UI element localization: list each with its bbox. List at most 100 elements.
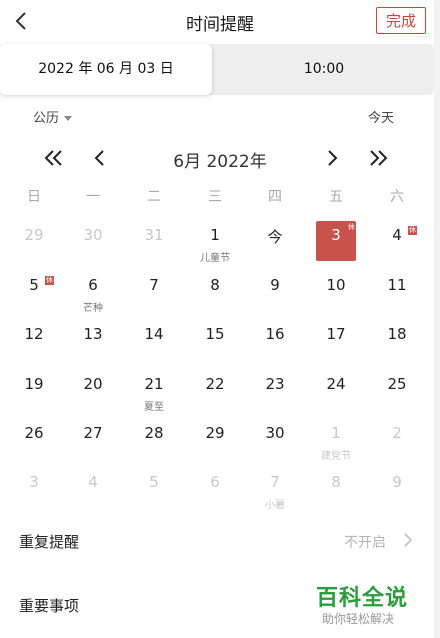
scrollbar-track[interactable] — [434, 0, 440, 638]
day-number: 1 — [210, 226, 220, 244]
calendar-day[interactable]: 29 — [185, 418, 245, 462]
calendar-day[interactable]: 26 — [4, 418, 64, 462]
calendar-day[interactable]: 10 — [306, 270, 366, 314]
calendar-day[interactable]: 7 — [124, 270, 184, 314]
weekday-label: 四 — [268, 189, 282, 205]
day-number: 16 — [265, 325, 285, 343]
day-festival-label: 夏至 — [144, 402, 164, 413]
day-number: 2 — [392, 424, 402, 442]
holiday-badge: 休 — [348, 223, 355, 231]
calendar-day[interactable]: 9 — [245, 270, 305, 314]
tab-time[interactable]: 10:00 — [214, 44, 434, 95]
day-number: 14 — [144, 325, 164, 343]
calendar-day[interactable]: 30 — [245, 418, 305, 462]
day-number: 30 — [265, 424, 285, 442]
calendar-day[interactable]: 20 — [63, 369, 123, 413]
day-number: 7 — [270, 473, 280, 491]
day-number: 5 — [149, 473, 159, 491]
calendar-day[interactable]: 4 — [63, 467, 123, 511]
day-number: 9 — [270, 276, 280, 294]
day-number: 27 — [83, 424, 103, 442]
calendar-day[interactable]: 5 — [124, 467, 184, 511]
calendar-day[interactable]: 13 — [63, 319, 123, 363]
day-festival-label: 儿童节 — [200, 253, 230, 264]
day-number: 8 — [331, 473, 341, 491]
calendar-day[interactable]: 1 建党节 — [306, 418, 366, 462]
calendar-day[interactable]: 8 — [185, 270, 245, 314]
day-number: 9 — [392, 473, 402, 491]
day-number: 31 — [144, 226, 164, 244]
calendar-day[interactable]: 25 — [367, 369, 427, 413]
day-number: 7 — [149, 276, 159, 294]
calendar-day[interactable]: 11 — [367, 270, 427, 314]
tab-date[interactable]: 2022 年 06 月 03 日 — [0, 44, 212, 95]
calendar-day[interactable]: 8 — [306, 467, 366, 511]
calendar-day[interactable]: 今 — [245, 220, 305, 264]
calendar-day[interactable]: 30 — [63, 220, 123, 264]
day-number: 29 — [205, 424, 225, 442]
calendar-day[interactable]: 23 — [245, 369, 305, 413]
calendar-day[interactable]: 28 — [124, 418, 184, 462]
day-number: 15 — [205, 325, 225, 343]
holiday-badge: 休 — [45, 276, 54, 285]
calendar-day[interactable]: 5休 — [4, 270, 64, 314]
day-number: 12 — [24, 325, 44, 343]
day-number: 6 — [210, 473, 220, 491]
calendar-day[interactable]: 17 — [306, 319, 366, 363]
done-button[interactable]: 完成 — [376, 7, 426, 34]
day-number: 29 — [24, 226, 44, 244]
calendar-day[interactable]: 22 — [185, 369, 245, 413]
today-button[interactable]: 今天 — [368, 107, 394, 126]
weekday-label: 日 — [27, 189, 41, 205]
next-month-icon[interactable] — [320, 147, 344, 169]
calendar-day[interactable]: 18 — [367, 319, 427, 363]
calendar-day-selected[interactable]: 3休 — [306, 220, 366, 264]
day-number: 4 — [88, 473, 98, 491]
weekday-label: 六 — [390, 189, 404, 205]
calendar-day[interactable]: 7 小暑 — [245, 467, 305, 511]
calendar-day[interactable]: 1 儿童节 — [185, 220, 245, 264]
calendar-day[interactable]: 12 — [4, 319, 64, 363]
calendar-day[interactable]: 4休 — [367, 220, 427, 264]
calendar-day[interactable]: 27 — [63, 418, 123, 462]
day-number: 5 — [29, 276, 39, 294]
calendar-day[interactable]: 9 — [367, 467, 427, 511]
calendar-day[interactable]: 19 — [4, 369, 64, 413]
day-number: 30 — [83, 226, 103, 244]
calendar-day[interactable]: 2 — [367, 418, 427, 462]
day-number: 26 — [24, 424, 44, 442]
calendar-type-dropdown[interactable]: 公历 — [33, 107, 73, 126]
weekday-label: 二 — [147, 189, 161, 205]
day-number: 今 — [267, 228, 283, 246]
repeat-reminder-value: 不开启 — [344, 535, 386, 551]
calendar-day[interactable]: 24 — [306, 369, 366, 413]
calendar-day[interactable]: 14 — [124, 319, 184, 363]
calendar-day[interactable]: 6 芒种 — [63, 270, 123, 314]
calendar-day[interactable]: 3 — [4, 467, 64, 511]
day-number: 18 — [387, 325, 407, 343]
day-number: 3 — [331, 226, 341, 244]
day-number: 3 — [29, 473, 39, 491]
watermark-subtitle: 助你轻松解决 — [322, 612, 395, 626]
calendar-day[interactable]: 6 — [185, 467, 245, 511]
caret-down-icon — [64, 116, 73, 121]
day-number: 21 — [144, 375, 164, 393]
day-number: 8 — [210, 276, 220, 294]
calendar-day[interactable]: 15 — [185, 319, 245, 363]
calendar-day[interactable]: 29 — [4, 220, 64, 264]
day-number: 13 — [83, 325, 103, 343]
calendar-day[interactable]: 16 — [245, 319, 305, 363]
weekday-label: 五 — [329, 189, 343, 205]
holiday-badge: 休 — [408, 226, 417, 235]
day-number: 19 — [24, 375, 44, 393]
day-festival-label: 芒种 — [83, 303, 103, 314]
calendar-day[interactable]: 21 夏至 — [124, 369, 184, 413]
repeat-reminder-row[interactable]: 重复提醒 不开启 — [0, 515, 440, 565]
calendar-day[interactable]: 31 — [124, 220, 184, 264]
weekday-label: 一 — [86, 189, 100, 205]
next-year-icon[interactable] — [366, 147, 390, 169]
day-festival-label: 建党节 — [321, 451, 351, 462]
repeat-reminder-label: 重复提醒 — [19, 533, 80, 551]
day-number: 17 — [326, 325, 346, 343]
day-number: 6 — [88, 276, 98, 294]
